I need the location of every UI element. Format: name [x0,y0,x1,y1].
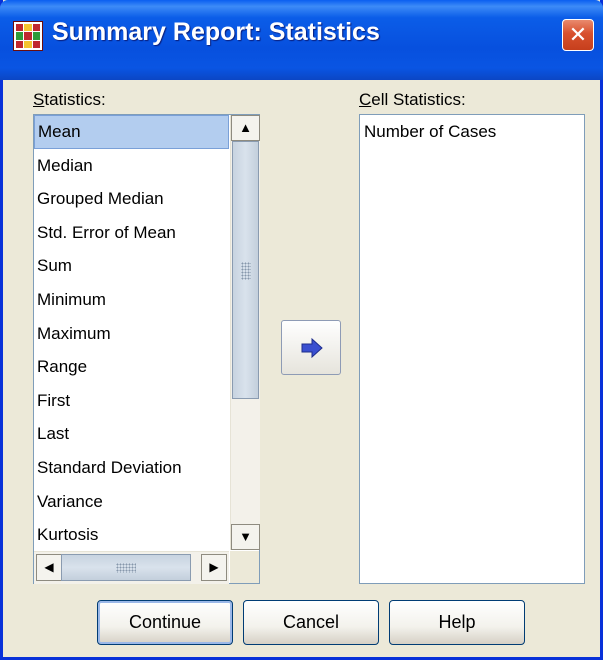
scroll-left-button[interactable]: ◀ [36,554,62,581]
summary-report-icon [13,21,43,51]
horizontal-scroll-thumb[interactable] [61,554,191,581]
list-item-kurtosis[interactable]: Kurtosis [34,518,229,550]
right-arrow-icon: ▶ [209,560,219,574]
statistics-items: Mean Median Grouped Median Std. Error of… [34,115,229,550]
list-item-sum[interactable]: Sum [34,249,229,283]
scroll-right-button[interactable]: ▶ [201,554,227,581]
summary-report-dialog: Summary Report: Statistics ✕ Statistics:… [0,0,603,660]
cancel-button[interactable]: Cancel [243,600,379,645]
grip-icon [241,262,251,280]
list-item-maximum[interactable]: Maximum [34,317,229,351]
list-item-median[interactable]: Median [34,149,229,183]
statistics-label: Statistics: [33,90,106,109]
horizontal-scrollbar[interactable]: ◀ ▶ [34,551,229,584]
left-arrow-icon: ◀ [44,560,54,574]
help-button[interactable]: Help [389,600,525,645]
move-to-cell-statistics-button[interactable] [281,320,341,375]
list-item-std-error-of-mean[interactable]: Std. Error of Mean [34,216,229,250]
close-button[interactable]: ✕ [562,19,594,51]
window-title: Summary Report: Statistics [52,18,380,46]
list-item-standard-deviation[interactable]: Standard Deviation [34,451,229,485]
list-item-range[interactable]: Range [34,350,229,384]
title-bar[interactable]: Summary Report: Statistics ✕ [0,0,603,80]
scrollbar-corner [230,551,259,583]
vertical-scrollbar[interactable]: ▲ ▼ [230,115,260,550]
list-item-variance[interactable]: Variance [34,485,229,519]
down-arrow-icon: ▼ [239,529,252,544]
list-item-last[interactable]: Last [34,417,229,451]
scroll-up-button[interactable]: ▲ [231,115,260,141]
right-arrow-icon [301,337,323,359]
list-item-first[interactable]: First [34,384,229,418]
scroll-down-button[interactable]: ▼ [231,524,260,550]
statistics-listbox[interactable]: Mean Median Grouped Median Std. Error of… [33,114,260,584]
grip-icon [116,563,136,573]
list-item-mean[interactable]: Mean [34,115,229,149]
list-item-grouped-median[interactable]: Grouped Median [34,182,229,216]
cell-statistics-label: Cell Statistics: [359,90,466,109]
close-icon: ✕ [568,22,588,47]
list-item-number-of-cases[interactable]: Number of Cases [360,115,584,149]
vertical-scroll-thumb[interactable] [232,141,259,399]
list-item-minimum[interactable]: Minimum [34,283,229,317]
continue-button[interactable]: Continue [97,600,233,645]
cell-statistics-listbox[interactable]: Number of Cases [359,114,585,584]
up-arrow-icon: ▲ [239,120,252,135]
